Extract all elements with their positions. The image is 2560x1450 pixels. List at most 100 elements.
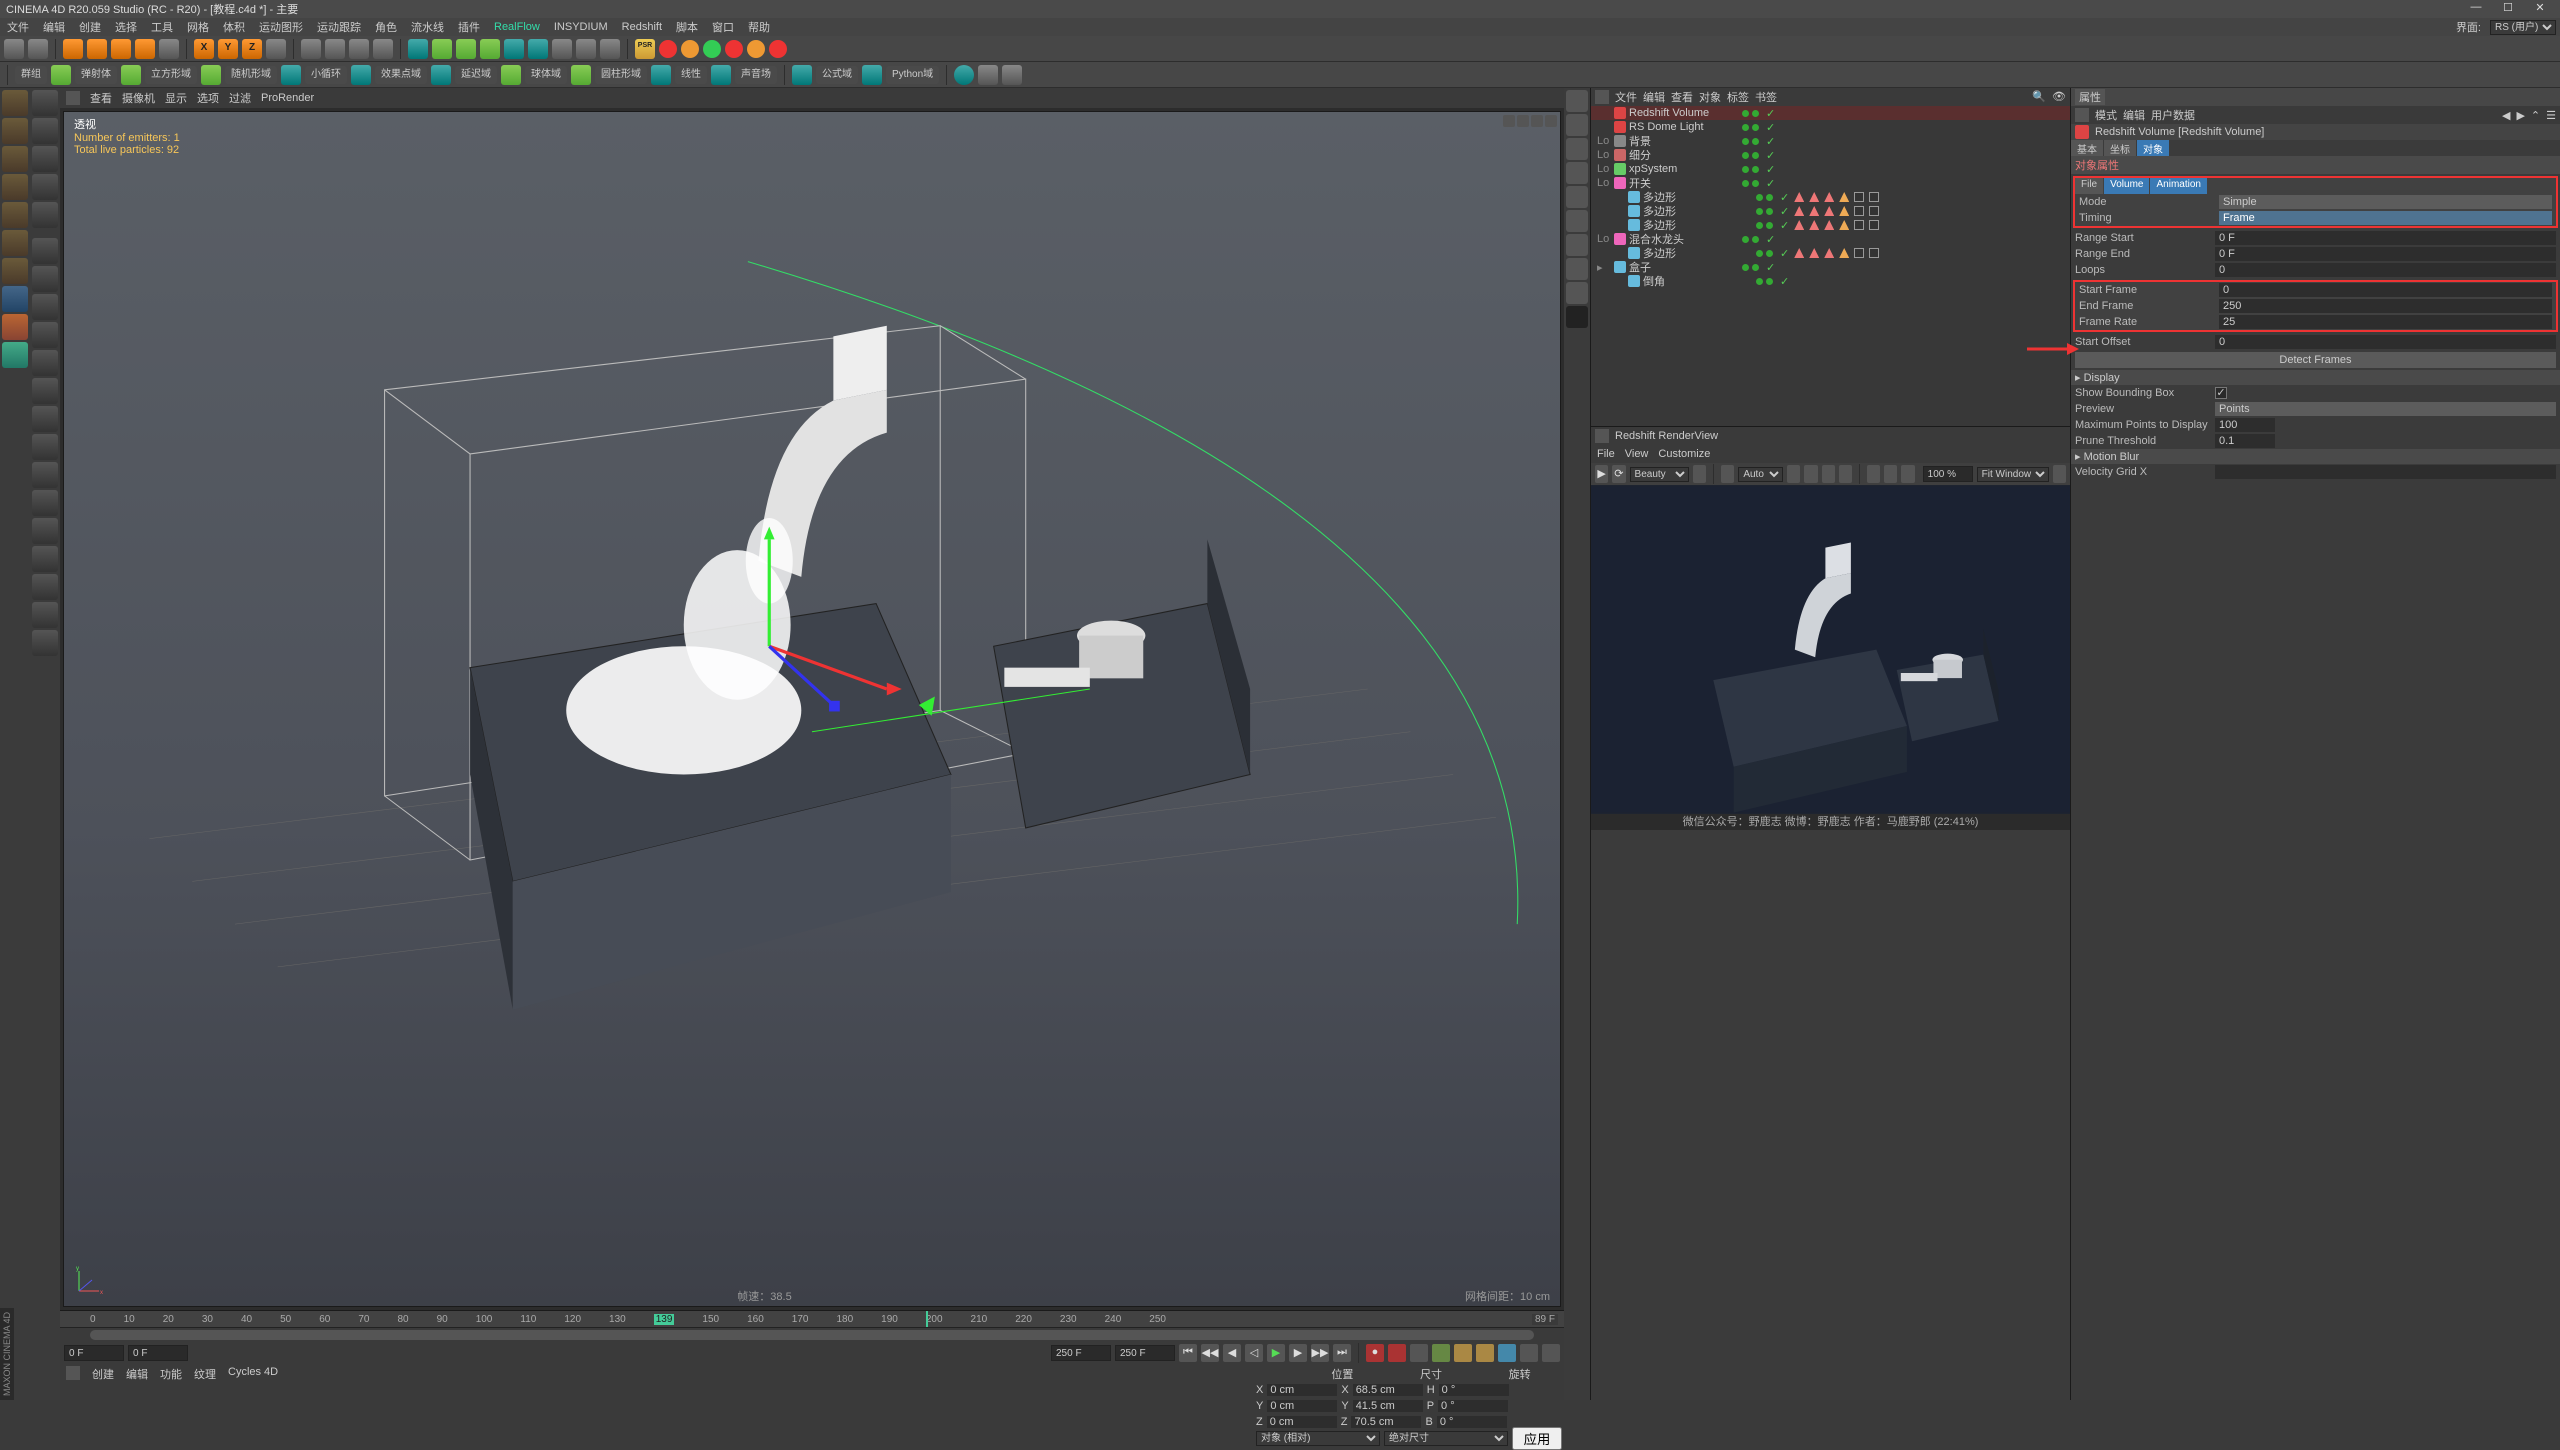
key-extra-button[interactable] [1520,1344,1538,1362]
rv-snapshot-button[interactable] [1693,465,1706,483]
snap-3[interactable] [32,146,58,172]
snap-14[interactable] [32,462,58,488]
goto-start-button[interactable]: ⏮ [1179,1344,1197,1362]
visibility-editor-dot[interactable] [1756,208,1763,215]
display-section-title[interactable]: ▸ Display [2071,370,2560,385]
visibility-render-dot[interactable] [1766,194,1773,201]
rv-auto-select[interactable]: Auto [1738,467,1783,482]
rv-grid-icon[interactable] [1804,465,1817,483]
redo-button[interactable] [28,39,48,59]
x-axis-toggle[interactable]: X [194,39,214,59]
field-icon-3[interactable] [201,65,221,85]
chip-10[interactable]: 声音场 [735,66,777,84]
subtab-animation[interactable]: Animation [2150,178,2206,194]
menu-mesh[interactable]: 网格 [184,19,212,35]
visibility-render-dot[interactable] [1766,208,1773,215]
menu-insydium[interactable]: INSYDIUM [551,21,611,33]
tab-object[interactable]: 对象 [2137,140,2169,156]
tree-row[interactable]: 多边形✓ [1591,246,2070,260]
mat-menu-edit[interactable]: 编辑 [126,1366,148,1382]
prev-key-button[interactable]: ◀◀ [1201,1344,1219,1362]
extra-tool-1[interactable] [978,65,998,85]
visibility-render-dot[interactable] [1752,264,1759,271]
deformer-button[interactable] [528,39,548,59]
start-frame-field[interactable] [64,1345,124,1361]
end-frame-field[interactable] [1115,1345,1175,1361]
key-scale-button[interactable] [1454,1344,1472,1362]
undo-button[interactable] [4,39,24,59]
record-orange-icon[interactable] [681,40,699,58]
spline-button[interactable] [432,39,452,59]
rv-pv-icon[interactable] [1901,465,1914,483]
rv-menu-file[interactable]: File [1597,448,1615,460]
chip-2[interactable]: 立方形域 [145,66,197,84]
vpstrip-3[interactable] [1566,138,1588,160]
snap-6[interactable] [32,238,58,264]
vpstrip-6[interactable] [1566,210,1588,232]
frame-rate-field[interactable]: 25 [2219,315,2552,329]
tag-icon[interactable] [1794,248,1804,258]
move-tool[interactable] [87,39,107,59]
snap-18[interactable] [32,574,58,600]
visibility-editor-dot[interactable] [1756,278,1763,285]
bounding-box-checkbox[interactable]: ✓ [2215,387,2227,399]
tag-icon[interactable] [1854,220,1864,230]
field-icon-1[interactable] [51,65,71,85]
menu-plugins[interactable]: 插件 [455,19,483,35]
tag-icon[interactable] [1854,248,1864,258]
z-axis-toggle[interactable]: Z [242,39,262,59]
visibility-editor-dot[interactable] [1756,194,1763,201]
render-view-button[interactable] [301,39,321,59]
subtab-volume[interactable]: Volume [2104,178,2149,194]
rv-grid2-icon[interactable] [1822,465,1835,483]
filter-icon[interactable]: 👁 [2052,90,2066,104]
tag-icon[interactable] [1809,206,1819,216]
vpstrip-5[interactable] [1566,186,1588,208]
tree-row[interactable]: Lo开关✓ [1591,176,2070,190]
attr-menu-edit[interactable]: 编辑 [2123,107,2145,123]
rv-save-icon[interactable] [1884,465,1897,483]
visibility-render-dot[interactable] [1766,278,1773,285]
visibility-render-dot[interactable] [1752,180,1759,187]
rv-menu-customize[interactable]: Customize [1658,448,1710,460]
rv-fullscreen-icon[interactable] [2053,465,2066,483]
prev-frame-button[interactable]: ◀ [1223,1344,1241,1362]
menu-tracking[interactable]: 运动跟踪 [314,19,364,35]
tag-icon[interactable] [1854,192,1864,202]
visibility-render-dot[interactable] [1752,166,1759,173]
visibility-editor-dot[interactable] [1756,222,1763,229]
field-icon-9[interactable] [651,65,671,85]
visibility-render-dot[interactable] [1752,110,1759,117]
menu-script[interactable]: 脚本 [673,19,701,35]
visibility-editor-dot[interactable] [1742,166,1749,173]
snap-12[interactable] [32,406,58,432]
range-start-field[interactable]: 0 F [2215,231,2556,245]
minimize-button[interactable]: — [2462,1,2490,17]
history-back[interactable]: ▶ [2516,109,2524,122]
chip-8[interactable]: 圆柱形域 [595,66,647,84]
close-button[interactable]: ✕ [2526,1,2554,17]
tag-icon[interactable] [1809,220,1819,230]
rv-ipr-button[interactable]: ⟳ [1612,465,1625,483]
enable-checkmark[interactable]: ✓ [1766,177,1775,190]
snap-11[interactable] [32,378,58,404]
vpstrip-10[interactable] [1566,306,1588,328]
record-green-icon[interactable] [703,40,721,58]
mat-menu-create[interactable]: 创建 [92,1366,114,1382]
pos-x-field[interactable]: 0 cm [1267,1384,1337,1396]
tree-row[interactable]: LoxpSystem✓ [1591,162,2070,176]
light-button[interactable] [600,39,620,59]
menu-tools[interactable]: 工具 [148,19,176,35]
field-icon-10[interactable] [711,65,731,85]
edge-mode[interactable] [2,174,28,200]
enable-checkmark[interactable]: ✓ [1766,121,1775,134]
menu-create[interactable]: 创建 [76,19,104,35]
render-settings-button[interactable] [373,39,393,59]
pos-y-field[interactable]: 0 cm [1267,1400,1337,1412]
menu-help[interactable]: 帮助 [745,19,773,35]
polygon-mode[interactable] [2,202,28,228]
key-rot-button[interactable] [1476,1344,1494,1362]
rot-h-field[interactable]: 0 ° [1439,1384,1509,1396]
snap-15[interactable] [32,490,58,516]
workplane-mode[interactable] [2,258,28,284]
